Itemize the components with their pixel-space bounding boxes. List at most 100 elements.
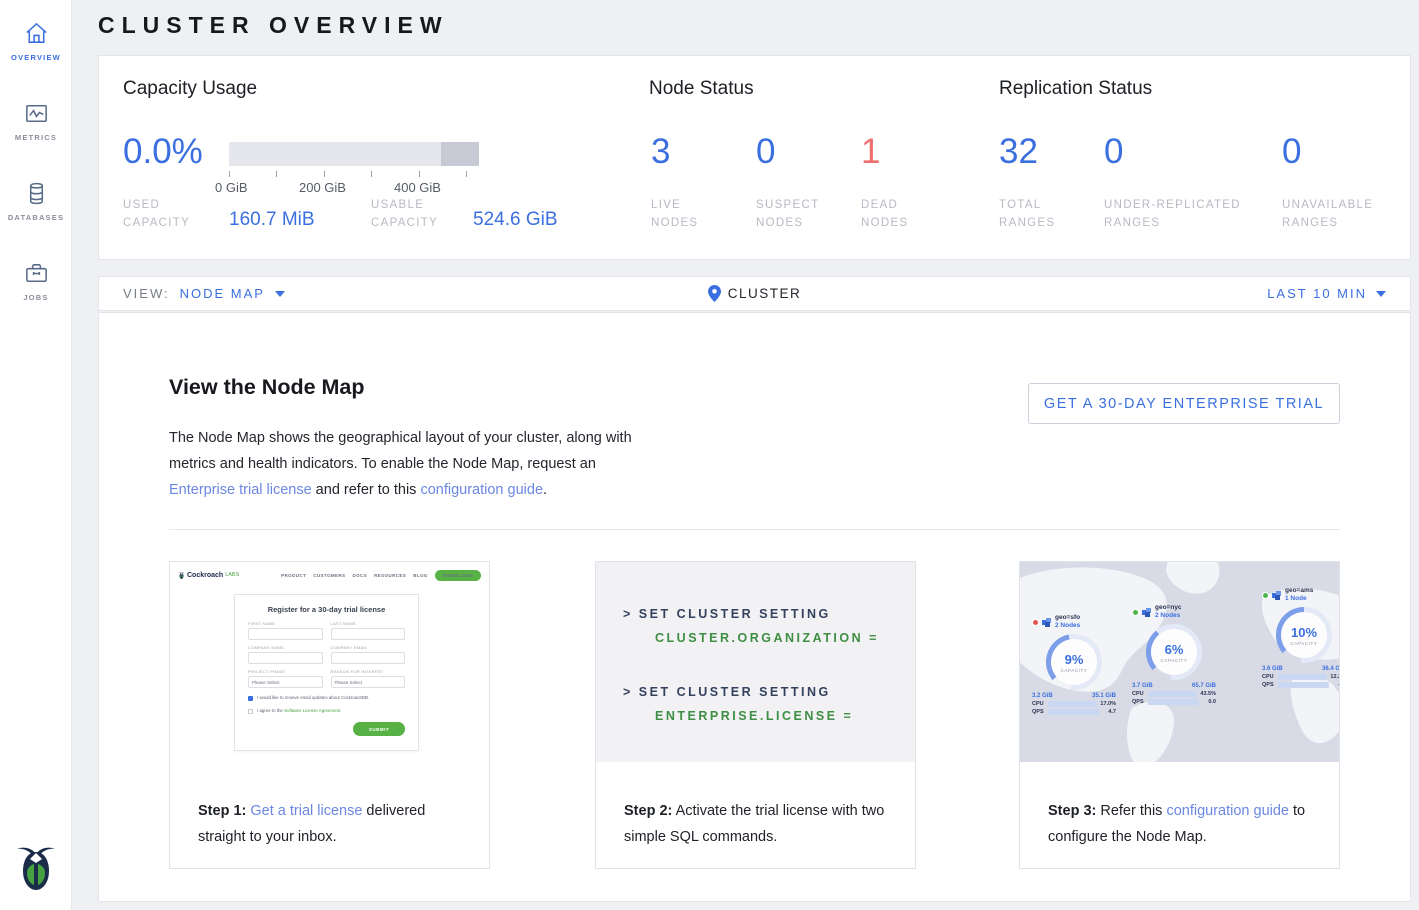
- capacity-donut: 10%CAPACITY: [1276, 607, 1332, 663]
- total-ranges-count: 32: [999, 132, 1038, 172]
- sidebar-item-overview[interactable]: OVERVIEW: [0, 0, 72, 80]
- live-nodes-label: LIVENODES: [651, 196, 698, 232]
- nodes-icon: [1142, 608, 1152, 617]
- axis-tick-label: 200 GiB: [299, 180, 346, 195]
- qps-sparkline: [1048, 709, 1099, 715]
- section-description: The Node Map shows the geographical layo…: [169, 425, 639, 503]
- sidebar-item-databases[interactable]: DATABASES: [0, 160, 72, 240]
- unavailable-ranges-label: UNAVAILABLERANGES: [1282, 196, 1373, 232]
- first-name-field: [248, 628, 323, 640]
- form-title: Register for a 30-day trial license: [248, 605, 405, 614]
- cockroach-labs-wordmark: CockroachLABS: [178, 571, 239, 580]
- qps-sparkline: [1148, 699, 1199, 705]
- map-pin-icon: [708, 285, 721, 302]
- status-dot-green: [1262, 592, 1269, 599]
- capacity-bar-axis: [229, 171, 479, 177]
- cpu-sparkline: [1048, 701, 1097, 707]
- sidebar-item-jobs[interactable]: JOBS: [0, 240, 72, 320]
- company-name-field: [248, 652, 323, 664]
- node-locality-nyc: geo=nyc2 Nodes 6%CAPACITY 3.7 GiB65.7 Gi…: [1132, 604, 1216, 705]
- configuration-guide-link[interactable]: configuration guide: [1166, 803, 1289, 819]
- license-agreement-checkbox: [248, 709, 253, 714]
- cluster-breadcrumb: CLUSTER: [99, 277, 1410, 310]
- database-icon: [23, 180, 50, 207]
- suspect-nodes-count: 0: [756, 132, 775, 172]
- unavailable-ranges-count: 0: [1282, 132, 1301, 172]
- reason-for-interest-select: Please Select: [331, 676, 406, 688]
- step1-caption: Step 1: Get a trial license delivered st…: [198, 798, 466, 850]
- total-ranges-label: TOTALRANGES: [999, 196, 1055, 232]
- trial-license-website-screenshot: CockroachLABS PRODUCTCUSTOMERSDOCSRESOUR…: [170, 562, 489, 787]
- usable-capacity-value: 524.6 GiB: [473, 209, 558, 231]
- node-locality-ams: geo=ams1 Node 10%CAPACITY 3.6 GiB36.4 Gi…: [1262, 587, 1339, 688]
- under-replicated-ranges-label: UNDER-REPLICATEDRANGES: [1104, 196, 1241, 232]
- cockroach-bug-icon: [178, 571, 185, 580]
- trial-registration-form: Register for a 30-day trial license FIRS…: [234, 594, 419, 751]
- cluster-label: CLUSTER: [728, 286, 802, 301]
- cluster-summary-panel: Capacity Usage 0.0% 0 GiB 200 GiB 400 Gi…: [98, 55, 1411, 260]
- sidebar-item-metrics[interactable]: METRICS: [0, 80, 72, 160]
- sidebar: OVERVIEW METRICS DATABASES JOBS: [0, 0, 72, 910]
- chevron-down-icon: [1376, 291, 1386, 297]
- axis-tick-label: 0 GiB: [215, 180, 248, 195]
- time-range-dropdown[interactable]: LAST 10 MIN: [1267, 277, 1386, 310]
- dead-nodes-count: 1: [861, 132, 880, 172]
- node-map-panel: View the Node Map The Node Map shows the…: [98, 312, 1411, 902]
- divider: [169, 529, 1340, 530]
- step1-card: CockroachLABS PRODUCTCUSTOMERSDOCSRESOUR…: [169, 561, 490, 869]
- sidebar-item-label: METRICS: [15, 133, 57, 142]
- cockroach-labs-logo: [13, 840, 59, 896]
- last-name-field: [331, 628, 406, 640]
- status-dot-green: [1132, 609, 1139, 616]
- status-dot-red: [1032, 619, 1039, 626]
- project-phase-select: Please Select: [248, 676, 323, 688]
- axis-tick-label: 400 GiB: [394, 180, 441, 195]
- cpu-sparkline: [1278, 674, 1327, 680]
- used-capacity-label: USEDCAPACITY: [123, 196, 190, 232]
- submit-button: SUBMIT: [353, 722, 405, 736]
- usable-capacity-label: USABLECAPACITY: [371, 196, 438, 232]
- get-trial-license-link[interactable]: Get a trial license: [250, 803, 362, 819]
- nodes-icon: [1042, 618, 1052, 627]
- step3-card: geo=sfo2 Nodes 9%CAPACITY 3.2 GiB35.1 Gi…: [1019, 561, 1340, 869]
- live-nodes-count: 3: [651, 132, 670, 172]
- under-replicated-ranges-count: 0: [1104, 132, 1123, 172]
- qps-sparkline: [1278, 682, 1329, 688]
- email-updates-checkbox: [248, 696, 253, 701]
- step3-caption: Step 3: Refer this configuration guide t…: [1048, 798, 1316, 850]
- nodes-icon: [1272, 591, 1282, 600]
- dead-nodes-label: DEADNODES: [861, 196, 908, 232]
- home-icon: [23, 20, 50, 47]
- sidebar-item-label: OVERVIEW: [11, 53, 61, 62]
- capacity-usage-title: Capacity Usage: [123, 78, 257, 100]
- capacity-donut: 9%CAPACITY: [1046, 634, 1102, 690]
- used-capacity-value: 160.7 MiB: [229, 209, 315, 231]
- step2-caption: Step 2: Activate the trial license with …: [624, 798, 892, 850]
- replication-status-title: Replication Status: [999, 78, 1152, 100]
- view-bar: VIEW: NODE MAP CLUSTER LAST 10 MIN: [98, 276, 1411, 311]
- capacity-donut: 6%CAPACITY: [1146, 624, 1202, 680]
- cpu-sparkline: [1148, 691, 1197, 697]
- configuration-guide-link[interactable]: configuration guide: [420, 482, 543, 498]
- company-email-field: [331, 652, 406, 664]
- sql-code-block: > SET CLUSTER SETTING CLUSTER.ORGANIZATI…: [596, 562, 915, 762]
- capacity-bar-nonusable-segment: [441, 142, 479, 166]
- node-status-title: Node Status: [649, 78, 754, 100]
- website-nav: PRODUCTCUSTOMERSDOCSRESOURCESBLOG DOWNLO…: [281, 570, 481, 581]
- section-title: View the Node Map: [169, 375, 365, 400]
- briefcase-icon: [23, 260, 50, 287]
- time-range-value: LAST 10 MIN: [1267, 286, 1367, 301]
- suspect-nodes-label: SUSPECTNODES: [756, 196, 819, 232]
- enterprise-trial-license-link[interactable]: Enterprise trial license: [169, 482, 312, 498]
- metrics-chart-icon: [23, 100, 50, 127]
- capacity-used-percent: 0.0%: [123, 132, 203, 172]
- sidebar-item-label: JOBS: [23, 293, 48, 302]
- download-button: DOWNLOAD: [435, 570, 481, 581]
- step2-card: > SET CLUSTER SETTING CLUSTER.ORGANIZATI…: [595, 561, 916, 869]
- node-locality-sfo: geo=sfo2 Nodes 9%CAPACITY 3.2 GiB35.1 Gi…: [1032, 614, 1116, 715]
- sidebar-item-label: DATABASES: [8, 213, 64, 222]
- get-enterprise-trial-button[interactable]: GET A 30-DAY ENTERPRISE TRIAL: [1028, 383, 1340, 424]
- capacity-bar-chart: [229, 142, 479, 166]
- node-map-preview-image: geo=sfo2 Nodes 9%CAPACITY 3.2 GiB35.1 Gi…: [1020, 562, 1339, 762]
- page-title: CLUSTER OVERVIEW: [98, 12, 449, 39]
